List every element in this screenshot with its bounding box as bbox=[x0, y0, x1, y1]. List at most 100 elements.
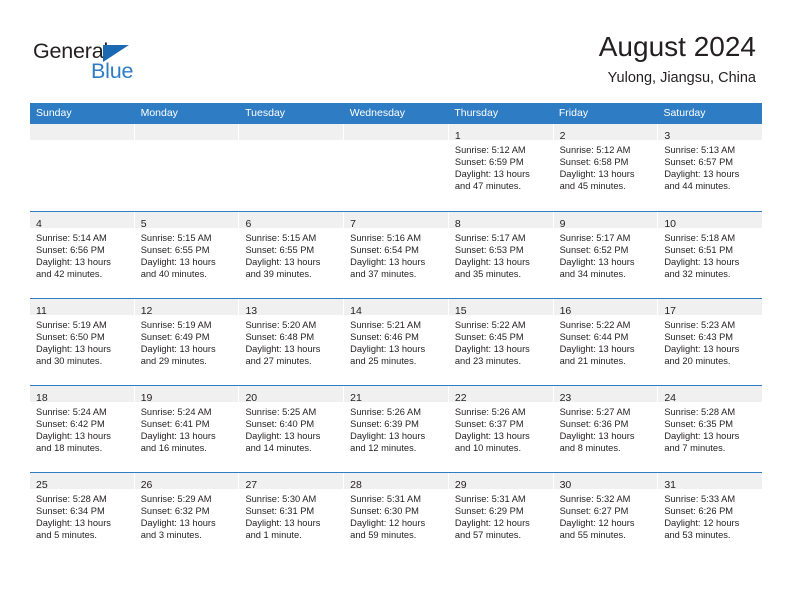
day-detail-line: Daylight: 13 hours bbox=[140, 257, 216, 268]
day-details: Sunrise: 5:29 AM Sunset: 6:32 PM Daylight:… bbox=[135, 489, 239, 541]
calendar-day-cell[interactable]: 20 Sunrise: 5:25 AM Sunset: 6:40 PM Dayligh… bbox=[239, 386, 345, 472]
day-number-band: 22 bbox=[448, 386, 553, 404]
day-details: Sunrise: 5:12 AM Sunset: 6:59 PM Daylight:… bbox=[449, 140, 553, 192]
day-detail-line: and 3 minutes. bbox=[140, 530, 202, 541]
day-detail-line: Daylight: 13 hours bbox=[664, 169, 740, 180]
day-detail-line: Sunrise: 5:31 AM bbox=[454, 494, 526, 504]
day-detail-line: and 1 minute. bbox=[245, 530, 302, 541]
day-of-week-header: Wednesday bbox=[349, 107, 405, 119]
calendar-day-cell[interactable]: 24 Sunrise: 5:28 AM Sunset: 6:35 PM Dayligh… bbox=[658, 386, 763, 472]
day-detail-line: Daylight: 13 hours bbox=[245, 431, 321, 442]
day-number: 29 bbox=[454, 479, 467, 491]
day-number: 19 bbox=[140, 392, 153, 404]
calendar-cell-empty bbox=[344, 124, 449, 211]
calendar-day-cell[interactable]: 28 Sunrise: 5:31 AM Sunset: 6:30 PM Dayligh… bbox=[344, 473, 449, 559]
calendar-day-cell[interactable]: 18 Sunrise: 5:24 AM Sunset: 6:42 PM Dayligh… bbox=[30, 386, 135, 472]
day-detail-line: Sunset: 6:30 PM bbox=[350, 506, 419, 517]
calendar-day-cell[interactable]: 29 Sunrise: 5:31 AM Sunset: 6:29 PM Dayligh… bbox=[448, 473, 554, 559]
calendar-day-cell[interactable]: 19 Sunrise: 5:24 AM Sunset: 6:41 PM Dayligh… bbox=[134, 386, 240, 472]
day-number: 22 bbox=[454, 392, 467, 404]
day-number-band: 14 bbox=[344, 299, 448, 317]
calendar-cell-empty bbox=[239, 124, 345, 211]
day-detail-line: Daylight: 13 hours bbox=[245, 518, 321, 529]
calendar-day-cell[interactable]: 31 Sunrise: 5:33 AM Sunset: 6:26 PM Dayligh… bbox=[658, 473, 763, 559]
calendar-day-cell[interactable]: 30 Sunrise: 5:32 AM Sunset: 6:27 PM Dayligh… bbox=[553, 473, 659, 559]
day-number-band bbox=[134, 124, 239, 140]
calendar-day-cell[interactable]: 14 Sunrise: 5:21 AM Sunset: 6:46 PM Dayligh… bbox=[344, 299, 449, 385]
day-details: Sunrise: 5:22 AM Sunset: 6:45 PM Daylight:… bbox=[449, 315, 553, 367]
day-detail-line: and 47 minutes. bbox=[454, 181, 522, 192]
calendar-day-cell[interactable]: 11 Sunrise: 5:19 AM Sunset: 6:50 PM Dayligh… bbox=[30, 299, 135, 385]
day-details: Sunrise: 5:20 AM Sunset: 6:48 PM Daylight:… bbox=[239, 315, 343, 367]
calendar-day-cell[interactable]: 21 Sunrise: 5:26 AM Sunset: 6:39 PM Dayligh… bbox=[344, 386, 449, 472]
day-detail-line: and 8 minutes. bbox=[559, 443, 621, 454]
day-number: 3 bbox=[664, 130, 671, 142]
day-detail-line: Daylight: 13 hours bbox=[140, 344, 216, 355]
day-detail-line: Sunset: 6:49 PM bbox=[140, 332, 210, 343]
calendar-day-cell[interactable]: 5 Sunrise: 5:15 AM Sunset: 6:55 PM Daylight… bbox=[134, 212, 240, 298]
day-detail-line: Sunset: 6:56 PM bbox=[36, 245, 105, 256]
day-detail-line: Sunrise: 5:23 AM bbox=[664, 320, 736, 330]
calendar-day-cell[interactable]: 2 Sunrise: 5:12 AM Sunset: 6:58 PM Daylight… bbox=[553, 124, 659, 211]
calendar-day-cell[interactable]: 1 Sunrise: 5:12 AM Sunset: 6:59 PM Daylight… bbox=[448, 124, 554, 211]
day-details: Sunrise: 5:24 AM Sunset: 6:42 PM Daylight:… bbox=[30, 402, 134, 454]
day-details: Sunrise: 5:26 AM Sunset: 6:37 PM Daylight:… bbox=[449, 402, 553, 454]
day-detail-line: and 37 minutes. bbox=[350, 269, 417, 280]
day-number: 4 bbox=[36, 218, 42, 230]
day-number-band: 23 bbox=[553, 386, 658, 404]
day-number: 8 bbox=[454, 218, 461, 230]
day-details: Sunrise: 5:17 AM Sunset: 6:53 PM Daylight:… bbox=[449, 228, 553, 280]
day-detail-line: Sunset: 6:35 PM bbox=[664, 419, 734, 430]
calendar-day-cell[interactable]: 17 Sunrise: 5:23 AM Sunset: 6:43 PM Dayligh… bbox=[658, 299, 763, 385]
calendar-day-cell[interactable]: 10 Sunrise: 5:18 AM Sunset: 6:51 PM Dayligh… bbox=[658, 212, 763, 298]
day-number-band: 15 bbox=[448, 299, 553, 317]
calendar-day-cell[interactable]: 27 Sunrise: 5:30 AM Sunset: 6:31 PM Dayligh… bbox=[239, 473, 345, 559]
day-number: 7 bbox=[350, 218, 356, 230]
day-detail-line: Daylight: 13 hours bbox=[454, 257, 530, 268]
day-number-band: 28 bbox=[344, 473, 448, 491]
day-detail-line: Daylight: 13 hours bbox=[350, 431, 426, 442]
day-detail-line: Sunrise: 5:16 AM bbox=[350, 233, 421, 243]
day-detail-line: Sunset: 6:31 PM bbox=[245, 506, 315, 517]
calendar-day-cell[interactable]: 13 Sunrise: 5:20 AM Sunset: 6:48 PM Dayligh… bbox=[239, 299, 345, 385]
calendar-day-cell[interactable]: 23 Sunrise: 5:27 AM Sunset: 6:36 PM Dayligh… bbox=[553, 386, 659, 472]
calendar-day-cell[interactable]: 4 Sunrise: 5:14 AM Sunset: 6:56 PM Daylight… bbox=[30, 212, 135, 298]
day-details: Sunrise: 5:23 AM Sunset: 6:43 PM Daylight:… bbox=[658, 315, 762, 367]
day-detail-line: Sunset: 6:45 PM bbox=[454, 332, 524, 343]
day-detail-line: Sunset: 6:57 PM bbox=[664, 157, 734, 168]
day-detail-line: Sunset: 6:26 PM bbox=[664, 506, 734, 517]
title-block: August 2024 Yulong, Jiangsu, China bbox=[599, 30, 756, 87]
day-number-band: 25 bbox=[30, 473, 134, 491]
calendar-day-cell[interactable]: 7 Sunrise: 5:16 AM Sunset: 6:54 PM Daylight… bbox=[344, 212, 449, 298]
calendar-week-row: 1 Sunrise: 5:12 AM Sunset: 6:59 PM Daylight… bbox=[30, 124, 763, 211]
day-detail-line: Sunset: 6:50 PM bbox=[36, 332, 105, 343]
calendar-day-cell[interactable]: 25 Sunrise: 5:28 AM Sunset: 6:34 PM Dayligh… bbox=[30, 473, 135, 559]
day-detail-line: Daylight: 13 hours bbox=[454, 344, 530, 355]
day-detail-line: Daylight: 13 hours bbox=[36, 431, 111, 442]
calendar-day-cell[interactable]: 22 Sunrise: 5:26 AM Sunset: 6:37 PM Dayligh… bbox=[448, 386, 554, 472]
calendar-page: General Blue August 2024 Yulong, Jiangsu… bbox=[0, 0, 792, 612]
day-number-band: 27 bbox=[239, 473, 344, 491]
day-detail-line: Sunrise: 5:28 AM bbox=[664, 407, 736, 417]
day-number: 14 bbox=[350, 305, 362, 317]
day-detail-line: Sunrise: 5:19 AM bbox=[140, 320, 212, 330]
calendar-day-cell[interactable]: 16 Sunrise: 5:22 AM Sunset: 6:44 PM Dayligh… bbox=[553, 299, 659, 385]
calendar-day-cell[interactable]: 15 Sunrise: 5:22 AM Sunset: 6:45 PM Dayligh… bbox=[448, 299, 554, 385]
day-details: Sunrise: 5:25 AM Sunset: 6:40 PM Daylight:… bbox=[239, 402, 343, 454]
day-of-week-header: Friday bbox=[558, 107, 589, 119]
calendar-cell-empty bbox=[134, 124, 240, 211]
general-blue-logo[interactable]: General Blue bbox=[33, 39, 193, 85]
day-detail-line: and 59 minutes. bbox=[350, 530, 417, 541]
day-details: Sunrise: 5:33 AM Sunset: 6:26 PM Daylight:… bbox=[658, 489, 762, 541]
day-number-band: 12 bbox=[134, 299, 239, 317]
calendar-day-cell[interactable]: 12 Sunrise: 5:19 AM Sunset: 6:49 PM Dayligh… bbox=[134, 299, 240, 385]
calendar-day-cell[interactable]: 26 Sunrise: 5:29 AM Sunset: 6:32 PM Dayligh… bbox=[134, 473, 240, 559]
calendar-day-cell[interactable]: 8 Sunrise: 5:17 AM Sunset: 6:53 PM Daylight… bbox=[448, 212, 554, 298]
day-of-week-header: Thursday bbox=[454, 107, 499, 119]
day-detail-line: Sunrise: 5:15 AM bbox=[245, 233, 317, 243]
day-detail-line: Sunrise: 5:32 AM bbox=[559, 494, 631, 504]
calendar-day-cell[interactable]: 9 Sunrise: 5:17 AM Sunset: 6:52 PM Daylight… bbox=[553, 212, 659, 298]
day-detail-line: Daylight: 12 hours bbox=[664, 518, 740, 529]
calendar-day-cell[interactable]: 6 Sunrise: 5:15 AM Sunset: 6:55 PM Daylight… bbox=[239, 212, 345, 298]
calendar-day-cell[interactable]: 3 Sunrise: 5:13 AM Sunset: 6:57 PM Daylight… bbox=[658, 124, 763, 211]
